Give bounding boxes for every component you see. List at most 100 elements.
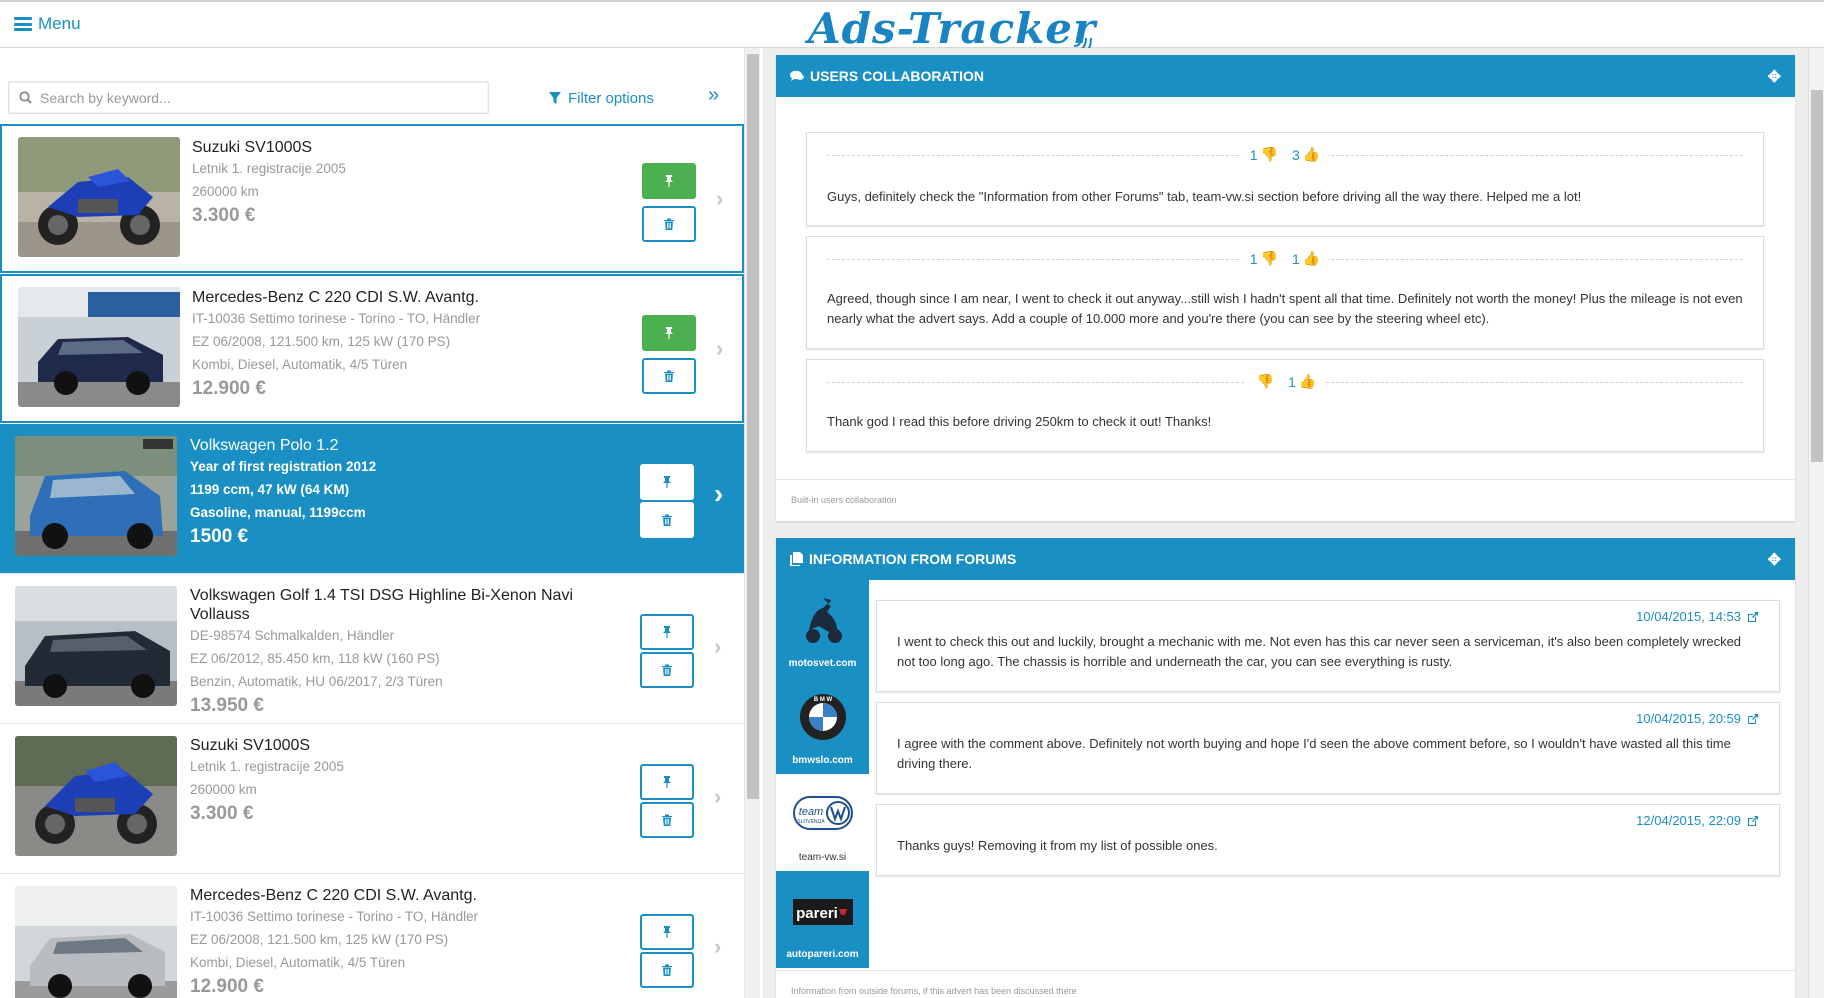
forums-panel: INFORMATION FROM FORUMS ✥ motosvet.com B… — [776, 538, 1795, 998]
pin-icon — [665, 327, 673, 339]
listing-list: Suzuki SV1000S Letnik 1. registracije 20… — [0, 124, 744, 998]
forum-post: 10/04/2015, 14:53 I went to check this o… — [876, 600, 1780, 692]
vote-row: 1 👎 1 👍 — [827, 250, 1743, 269]
search-box[interactable] — [8, 81, 489, 114]
listing-item[interactable]: Mercedes-Benz C 220 CDI S.W. Avantg. IT-… — [0, 274, 744, 423]
scrollbar-thumb[interactable] — [1811, 90, 1823, 462]
external-link-icon — [1748, 611, 1758, 622]
thumbs-up-icon[interactable]: 👍 — [1299, 373, 1316, 390]
forum-name: team-vw.si — [798, 852, 847, 863]
trash-icon — [662, 664, 672, 676]
trash-icon — [662, 814, 672, 826]
post-date-link[interactable]: 10/04/2015, 20:59 — [1636, 711, 1759, 726]
listing-photo — [18, 287, 180, 407]
pin-button[interactable] — [642, 163, 696, 199]
team-vw-logo-icon: team SLOVENIJA — [792, 796, 853, 830]
listing-photo — [15, 586, 177, 706]
listing-item[interactable]: Suzuki SV1000S Letnik 1. registracije 20… — [0, 724, 744, 874]
trash-icon — [664, 218, 674, 230]
listing-detail: Letnik 1. registracije 2005 — [192, 161, 346, 176]
forum-tab-autopareri[interactable]: pareri autopareri.com — [776, 871, 869, 968]
thumbs-up-icon[interactable]: 👍 — [1303, 146, 1320, 163]
top-bar: Menu Ads-Tracker — [0, 0, 1824, 57]
forum-name: bmwslo.com — [792, 755, 853, 766]
comments-icon — [790, 70, 804, 81]
panel-header: USERS COLLABORATION ✥ — [776, 55, 1795, 97]
listing-detail: EZ 06/2008, 121.500 km, 125 kW (170 PS) — [190, 932, 449, 947]
listing-price: 3.300 € — [190, 803, 254, 824]
listing-photo — [15, 436, 177, 556]
listing-detail: 260000 km — [192, 184, 259, 199]
filter-icon — [549, 92, 561, 104]
move-icon[interactable]: ✥ — [1768, 67, 1781, 87]
forum-tab-team-vw[interactable]: team SLOVENIJA team-vw.si — [776, 774, 869, 871]
post-date: 12/04/2015, 22:09 — [1636, 813, 1741, 828]
panel-footer: Information from outside forums, if this… — [791, 986, 1077, 996]
pin-icon — [663, 626, 671, 638]
listing-detail: 1199 ccm, 47 kW (64 KM) — [190, 482, 350, 497]
listing-detail: IT-10036 Settimo torinese - Torino - TO,… — [190, 909, 479, 924]
listing-item[interactable]: Mercedes-Benz C 220 CDI S.W. Avantg. IT-… — [0, 874, 744, 998]
listing-detail: IT-10036 Settimo torinese - Torino - TO,… — [192, 311, 481, 326]
delete-button[interactable] — [640, 802, 694, 838]
listing-item-selected[interactable]: Volkswagen Polo 1.2 Year of first regist… — [0, 424, 744, 574]
trash-icon — [662, 514, 672, 526]
post-date: 10/04/2015, 14:53 — [1636, 609, 1741, 624]
pin-button[interactable] — [640, 764, 694, 800]
app-logo[interactable]: Ads-Tracker — [808, 4, 1096, 53]
panel-divider — [776, 479, 1795, 480]
like-count: 1 — [1288, 373, 1296, 390]
pin-icon — [663, 926, 671, 938]
search-input[interactable] — [40, 89, 470, 106]
forum-name: motosvet.com — [788, 658, 857, 669]
forum-tab-bmwslo[interactable]: B M W bmwslo.com — [776, 677, 869, 774]
listing-item[interactable]: Volkswagen Golf 1.4 TSI DSG Highline Bi-… — [0, 574, 744, 724]
post-text: I went to check this out and luckily, br… — [897, 634, 1742, 669]
listing-photo — [18, 137, 180, 257]
thumbs-down-icon[interactable]: 👎 — [1257, 373, 1274, 390]
svg-text:B M W: B M W — [813, 697, 832, 703]
post-date-link[interactable]: 12/04/2015, 22:09 — [1636, 813, 1759, 828]
pin-button[interactable] — [640, 464, 694, 500]
vote-row: 1 👎 3 👍 — [827, 146, 1743, 165]
comment-text: Guys, definitely check the "Information … — [827, 189, 1582, 204]
pin-button[interactable] — [642, 315, 696, 351]
delete-button[interactable] — [642, 206, 696, 242]
pin-icon — [663, 776, 671, 788]
collapse-icon[interactable]: » — [708, 84, 719, 107]
slovenija-logo-text: SLOVENIJA — [797, 819, 825, 825]
listing-detail: Kombi, Diesel, Automatik, 4/5 Türen — [192, 357, 408, 372]
detail-scrollbar[interactable] — [1808, 48, 1824, 998]
listing-price: 13.950 € — [190, 695, 264, 716]
scrollbar-thumb[interactable] — [747, 54, 759, 799]
listing-detail: 260000 km — [190, 782, 257, 797]
listing-item[interactable]: Suzuki SV1000S Letnik 1. registracije 20… — [0, 124, 744, 273]
menu-icon — [14, 17, 32, 31]
listings-scrollbar[interactable] — [744, 48, 760, 998]
forum-source-list: motosvet.com B M W bmwslo.com team SLOVE… — [776, 580, 869, 968]
trash-icon — [664, 370, 674, 382]
listing-detail: DE-98574 Schmalkalden, Händler — [190, 628, 395, 643]
filter-label: Filter options — [568, 90, 654, 107]
delete-button[interactable] — [642, 358, 696, 394]
forum-post: 12/04/2015, 22:09 Thanks guys! Removing … — [876, 804, 1780, 876]
team-logo-text: team — [798, 806, 822, 818]
thumbs-down-icon[interactable]: 👎 — [1261, 146, 1278, 163]
listing-detail: Benzin, Automatik, HU 06/2017, 2/3 Türen — [190, 674, 443, 689]
thumbs-up-icon[interactable]: 👍 — [1303, 250, 1320, 267]
delete-button[interactable] — [640, 652, 694, 688]
comment-text: Agreed, though since I am near, I went t… — [827, 291, 1743, 326]
pin-button[interactable] — [640, 914, 694, 950]
move-icon[interactable]: ✥ — [1768, 550, 1781, 570]
filter-options-button[interactable]: Filter options — [549, 90, 654, 107]
delete-button[interactable] — [640, 502, 694, 538]
pin-button[interactable] — [640, 614, 694, 650]
post-date-link[interactable]: 10/04/2015, 14:53 — [1636, 609, 1759, 624]
search-icon — [19, 91, 32, 104]
thumbs-down-icon[interactable]: 👎 — [1261, 250, 1278, 267]
menu-button[interactable]: Menu — [14, 14, 81, 34]
delete-button[interactable] — [640, 952, 694, 988]
autopareri-logo-icon: pareri — [792, 899, 853, 925]
forum-tab-motosvet[interactable]: motosvet.com — [776, 580, 869, 677]
listing-detail: EZ 06/2008, 121.500 km, 125 kW (170 PS) — [192, 334, 451, 349]
